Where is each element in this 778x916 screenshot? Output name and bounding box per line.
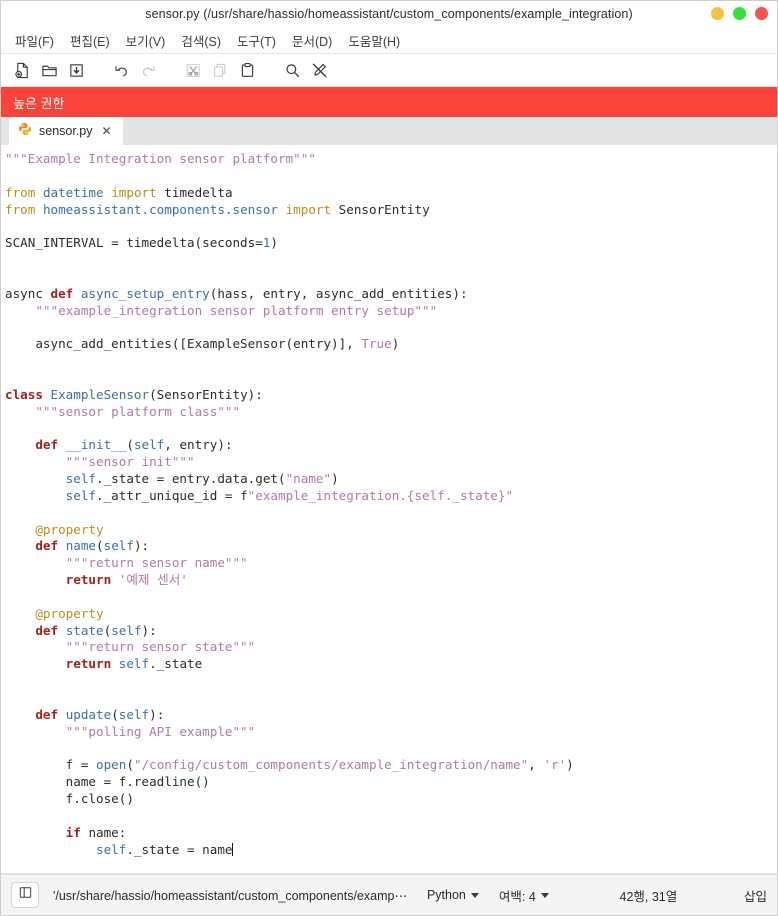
menu-item-tools[interactable]: 도구(T): [229, 29, 284, 52]
save-icon: [68, 62, 85, 79]
paste-button[interactable]: [234, 57, 261, 84]
file-path-label: '/usr/share/hassio/homeassistant/custom_…: [53, 888, 407, 903]
undo-button[interactable]: [108, 57, 135, 84]
search-icon: [284, 62, 301, 79]
clear-highlight-icon: [311, 62, 328, 79]
minimize-button[interactable]: [711, 7, 724, 20]
window-controls: [711, 1, 768, 26]
cut-button: [180, 57, 207, 84]
language-label: Python: [426, 888, 466, 902]
paste-icon: [239, 62, 256, 79]
undo-icon: [113, 62, 130, 79]
save-button[interactable]: [63, 57, 90, 84]
title-bar: sensor.py (/usr/share/hassio/homeassista…: [1, 1, 777, 27]
copy-button: [207, 57, 234, 84]
redo-icon: [140, 62, 157, 79]
open-folder-icon: [41, 62, 58, 79]
search-button[interactable]: [279, 57, 306, 84]
open-folder-button[interactable]: [36, 57, 63, 84]
close-button[interactable]: [755, 7, 768, 20]
indent-label: 여백: 4: [498, 889, 536, 904]
cut-icon: [185, 62, 202, 79]
maximize-button[interactable]: [733, 7, 746, 20]
new-file-button[interactable]: [9, 57, 36, 84]
window-title: sensor.py (/usr/share/hassio/homeassista…: [145, 6, 633, 21]
indent-selector[interactable]: 여백: 4: [495, 884, 553, 907]
tab-label: sensor.py: [39, 124, 93, 138]
tab-close-icon[interactable]: ✕: [100, 124, 114, 138]
editor-area[interactable]: """Example Integration sensor platform""…: [1, 145, 777, 874]
menu-item-view[interactable]: 보기(V): [118, 29, 174, 52]
menu-item-help[interactable]: 도움말(H): [340, 29, 408, 52]
menu-item-search[interactable]: 검색(S): [173, 29, 229, 52]
chevron-down-icon: [540, 892, 549, 898]
new-file-icon: [14, 62, 31, 79]
tab-sensor-py[interactable]: sensor.py ✕: [9, 117, 123, 145]
menu-item-file[interactable]: 파일(F): [7, 29, 62, 52]
insert-mode-label: 삽입: [743, 889, 767, 904]
sidebar-toggle-icon: [19, 886, 32, 904]
text-cursor: [231, 842, 233, 856]
clear-highlight-button[interactable]: [306, 57, 333, 84]
cursor-position-label: 42행, 31열: [619, 889, 678, 904]
copy-icon: [212, 62, 229, 79]
banner-text: 높은 권한: [13, 95, 65, 111]
menu-item-edit[interactable]: 편집(E): [62, 29, 118, 52]
status-bar: '/usr/share/hassio/homeassistant/custom_…: [1, 874, 777, 915]
menu-item-documents[interactable]: 문서(D): [284, 29, 340, 52]
text-editor-window: sensor.py (/usr/share/hassio/homeassista…: [0, 0, 778, 916]
redo-button: [135, 57, 162, 84]
chevron-down-icon: [470, 892, 479, 898]
tab-bar: sensor.py ✕: [1, 117, 777, 145]
toolbar: [1, 54, 777, 87]
python-icon: [18, 122, 32, 141]
elevated-privileges-banner: 높은 권한: [1, 87, 777, 117]
source-code[interactable]: """Example Integration sensor platform""…: [1, 145, 777, 858]
language-selector[interactable]: Python: [423, 886, 483, 904]
sidebar-toggle-button[interactable]: [11, 882, 39, 908]
menu-bar: 파일(F) 편집(E) 보기(V) 검색(S) 도구(T) 문서(D) 도움말(…: [1, 27, 777, 54]
